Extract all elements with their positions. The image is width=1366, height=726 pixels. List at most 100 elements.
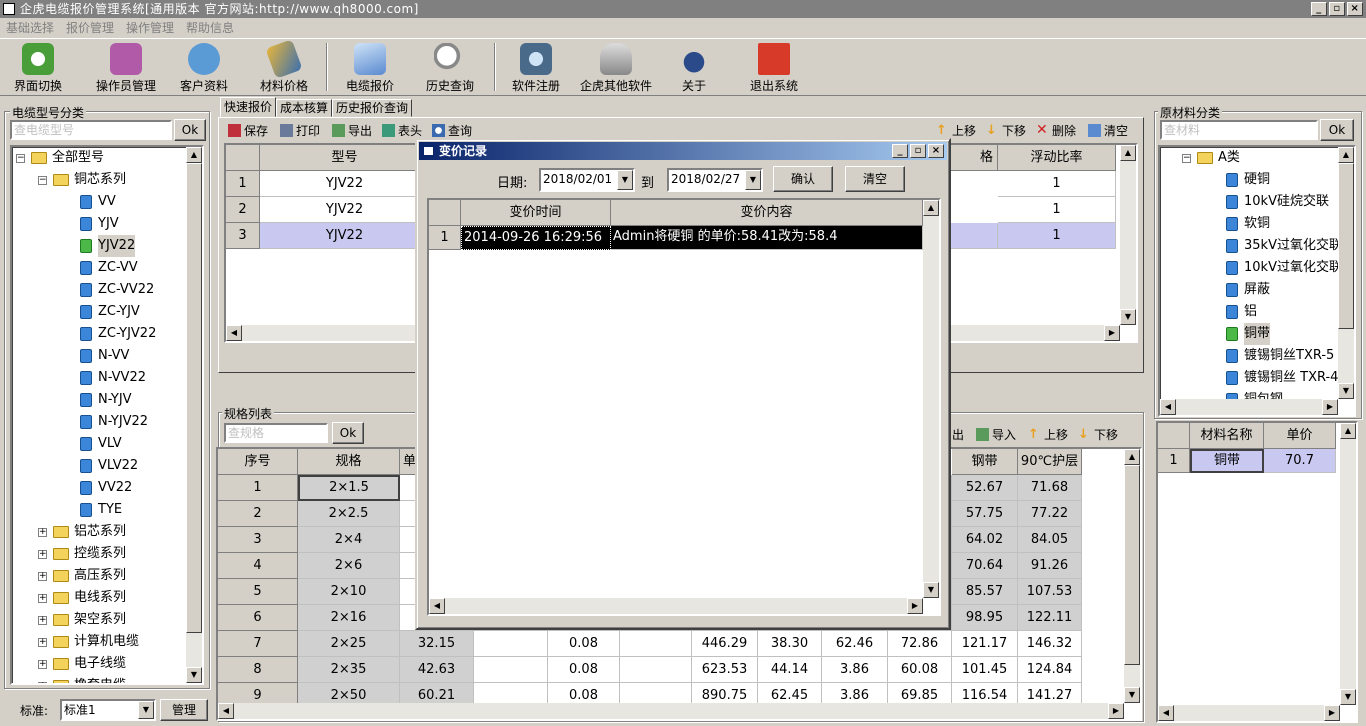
- scroll-up-arrow[interactable]: ▲: [1124, 449, 1140, 465]
- spec-cell-sheath[interactable]: 107.53: [1018, 579, 1082, 605]
- close-button[interactable]: ×: [1347, 2, 1363, 16]
- material-price-button[interactable]: 材料价格: [254, 39, 314, 95]
- tree-node-material[interactable]: 软铜: [1226, 213, 1270, 235]
- tree-node-yjv[interactable]: YJV: [80, 213, 119, 235]
- chevron-down-icon[interactable]: ▼: [617, 170, 633, 190]
- tree-node-n-vv22[interactable]: N-VV22: [80, 367, 146, 389]
- tree-node-material[interactable]: 铝: [1226, 301, 1257, 323]
- chevron-down-icon[interactable]: ▼: [745, 170, 761, 190]
- tree-node-high-voltage[interactable]: + 高压系列: [38, 565, 126, 587]
- expand-icon[interactable]: +: [38, 549, 47, 559]
- col-material-name[interactable]: 材料名称: [1190, 423, 1264, 449]
- tab-cost[interactable]: 成本核算: [276, 99, 333, 117]
- clear-button[interactable]: 清空: [1088, 121, 1128, 139]
- tree-node-all[interactable]: − 全部型号: [16, 147, 104, 169]
- tree-node-zc-yjv22[interactable]: ZC-YJV22: [80, 323, 156, 345]
- spec-export-button[interactable]: 出: [952, 425, 964, 443]
- tree-node-class-a[interactable]: − A类: [1182, 147, 1240, 169]
- scroll-up-arrow[interactable]: ▲: [1120, 145, 1136, 161]
- scroll-up-arrow[interactable]: ▲: [1338, 147, 1354, 163]
- spec-cell-sheath[interactable]: 77.22: [1018, 501, 1082, 527]
- dialog-grid-hscroll[interactable]: ◀ ▶: [429, 598, 923, 614]
- tree-node-control[interactable]: + 控缆系列: [38, 543, 126, 565]
- scroll-up-arrow[interactable]: ▲: [1340, 423, 1356, 439]
- scroll-down-arrow[interactable]: ▼: [1120, 309, 1136, 325]
- spec-cell-sheath[interactable]: 91.26: [1018, 553, 1082, 579]
- quote-cell-float[interactable]: 1: [998, 171, 1116, 197]
- spec-cell-c8[interactable]: 44.14: [758, 657, 822, 683]
- spec-cell-sheath[interactable]: 146.32: [1018, 631, 1082, 657]
- spec-cell-c4[interactable]: [474, 657, 548, 683]
- tree-node-material[interactable]: 10kV过氧化交联: [1226, 257, 1342, 279]
- col-price[interactable]: 单价: [1264, 423, 1336, 449]
- customer-button[interactable]: 客户资料: [174, 41, 234, 95]
- expand-icon[interactable]: +: [38, 571, 47, 581]
- scroll-left-arrow[interactable]: ◀: [1160, 399, 1176, 415]
- material-search-input[interactable]: 查材料: [1160, 120, 1318, 140]
- tree-node-n-yjv22[interactable]: N-YJV22: [80, 411, 148, 433]
- material-grid-vscroll[interactable]: ▲ ▼: [1340, 423, 1356, 705]
- change-time-cell[interactable]: 2014-09-26 16:29:56: [461, 226, 611, 250]
- scroll-right-arrow[interactable]: ▶: [907, 598, 923, 614]
- model-tree-scrollbar[interactable]: ▲ ▼: [186, 147, 202, 683]
- spec-grid-vscroll[interactable]: ▲ ▼: [1124, 449, 1140, 703]
- spec-cell-sheath[interactable]: 84.05: [1018, 527, 1082, 553]
- tree-node-material[interactable]: 硬铜: [1226, 169, 1270, 191]
- exit-button[interactable]: 退出系统: [744, 41, 804, 95]
- tree-node-tye[interactable]: TYE: [80, 499, 122, 521]
- tree-node-aluminum[interactable]: + 铝芯系列: [38, 521, 126, 543]
- scroll-thumb[interactable]: [1338, 163, 1354, 329]
- model-search-input[interactable]: 查电缆型号: [10, 120, 172, 140]
- col-float-ratio[interactable]: 浮动比率: [998, 145, 1116, 171]
- material-price-cell[interactable]: 70.7: [1264, 449, 1336, 473]
- spec-cell-steel[interactable]: 98.95: [952, 605, 1018, 631]
- col-seq[interactable]: 序号: [218, 449, 298, 475]
- scroll-down-arrow[interactable]: ▼: [923, 582, 939, 598]
- print-button[interactable]: 打印: [280, 121, 320, 139]
- spec-cell-c10[interactable]: 72.86: [888, 631, 952, 657]
- spec-cell-steel[interactable]: 121.17: [952, 631, 1018, 657]
- spec-cell-spec[interactable]: 2×2.5: [298, 501, 400, 527]
- quote-cell-model[interactable]: YJV22: [260, 171, 430, 197]
- switch-ui-button[interactable]: 界面切换: [8, 41, 68, 95]
- other-software-button[interactable]: 企虎其他软件: [578, 41, 654, 95]
- maximize-button[interactable]: ▫: [1329, 2, 1345, 16]
- col-sheath[interactable]: 90℃护层: [1018, 449, 1082, 475]
- tree-node-zc-yjv[interactable]: ZC-YJV: [80, 301, 140, 323]
- tree-node-material[interactable]: 镀锡铜丝 TXR-4: [1226, 367, 1338, 389]
- scroll-left-arrow[interactable]: ◀: [226, 325, 242, 341]
- spec-cell-c10[interactable]: 60.08: [888, 657, 952, 683]
- expand-icon[interactable]: +: [38, 637, 47, 647]
- dialog-minimize-button[interactable]: _: [892, 144, 908, 158]
- scroll-right-arrow[interactable]: ▶: [1324, 705, 1340, 721]
- quote-cell-model[interactable]: YJV22: [260, 197, 430, 223]
- tree-node-n-yjv[interactable]: N-YJV: [80, 389, 132, 411]
- spec-cell-spec[interactable]: 2×10: [298, 579, 400, 605]
- spec-grid-hscroll[interactable]: ◀ ▶: [218, 703, 1124, 719]
- spec-cell-c4[interactable]: [474, 631, 548, 657]
- expand-icon[interactable]: +: [38, 527, 47, 537]
- col-change-time[interactable]: 变价时间: [461, 200, 611, 226]
- scroll-left-arrow[interactable]: ◀: [429, 598, 445, 614]
- collapse-icon[interactable]: −: [38, 175, 47, 185]
- scroll-right-arrow[interactable]: ▶: [1104, 325, 1120, 341]
- spec-cell-spec[interactable]: 2×25: [298, 631, 400, 657]
- spec-cell-spec[interactable]: 2×1.5: [298, 475, 400, 501]
- move-down-button[interactable]: ↓ 下移: [986, 121, 1026, 139]
- tree-node-zc-vv[interactable]: ZC-VV: [80, 257, 138, 279]
- cable-quote-button[interactable]: 电缆报价: [340, 41, 400, 95]
- quote-cell-model[interactable]: YJV22: [260, 223, 430, 249]
- spec-move-down-button[interactable]: ↓ 下移: [1078, 425, 1118, 443]
- quote-grid-vscroll[interactable]: ▲ ▼: [1120, 145, 1136, 325]
- export-button[interactable]: 导出: [332, 121, 372, 139]
- material-grid-hscroll[interactable]: ◀ ▶: [1158, 705, 1340, 721]
- spec-cell-c6[interactable]: [620, 657, 692, 683]
- expand-icon[interactable]: +: [38, 593, 47, 603]
- spec-cell-spec[interactable]: 2×4: [298, 527, 400, 553]
- tree-node-vv[interactable]: VV: [80, 191, 116, 213]
- expand-icon[interactable]: +: [38, 659, 47, 669]
- quote-cell-float[interactable]: 1: [998, 223, 1116, 249]
- tree-node-overhead[interactable]: + 架空系列: [38, 609, 126, 631]
- scroll-down-arrow[interactable]: ▼: [1338, 383, 1354, 399]
- scroll-thumb[interactable]: [186, 163, 202, 633]
